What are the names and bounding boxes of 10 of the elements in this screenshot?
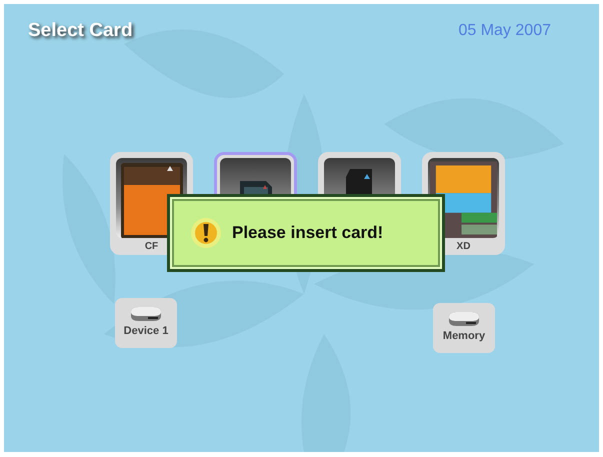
card-label: CF <box>144 241 158 252</box>
device-button[interactable]: Device 1 <box>115 298 177 348</box>
drive-icon <box>447 310 481 328</box>
device-button[interactable]: Memory <box>433 303 495 353</box>
alert-message: Please insert card! <box>232 223 384 243</box>
card-label: XD <box>456 241 470 252</box>
date-label: 05 May 2007 <box>458 21 551 41</box>
screen-title: Select Card <box>28 20 133 43</box>
drive-icon <box>129 305 163 323</box>
warning-icon <box>190 217 222 249</box>
